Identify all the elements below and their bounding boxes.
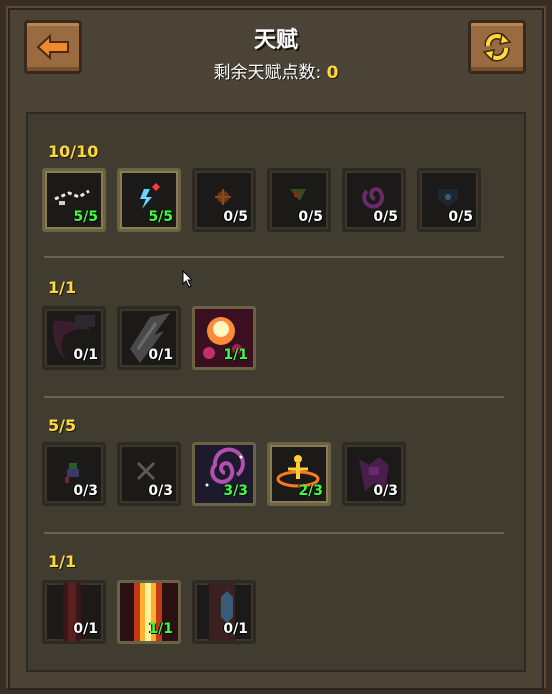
group-3-progress: 5/5 [48,416,77,435]
group-2-row: 0/1 0/1 1/1 [42,306,256,370]
talent-slash[interactable]: 0/1 [117,306,181,370]
group-divider [44,396,504,398]
talent-level: 1/1 [223,347,248,363]
group-3-row: 0/3 0/3 3/3 2/3 0/3 [42,442,406,506]
talent-crystal-beam[interactable]: 0/1 [192,580,256,644]
talent-level: 0/3 [373,483,398,499]
talent-level: 0/3 [73,483,98,499]
talent-vortex[interactable]: 3/3 [192,442,256,506]
group-divider [44,256,504,258]
talent-level: 1/1 [148,621,173,637]
talent-level: 3/3 [223,483,248,499]
talent-spiral[interactable]: 0/5 [342,168,406,232]
talent-lightning[interactable]: 5/5 [117,168,181,232]
talent-figure[interactable]: 0/3 [42,442,106,506]
talent-leaf[interactable]: 0/5 [267,168,331,232]
talent-level: 5/5 [148,209,173,225]
talent-level: 0/1 [73,621,98,637]
talent-explosion[interactable]: 1/1 [192,306,256,370]
talent-dash[interactable]: 5/5 [42,168,106,232]
talent-level: 0/1 [148,347,173,363]
talent-dark-claw[interactable]: 0/1 [42,306,106,370]
talent-golden-beam[interactable]: 1/1 [117,580,181,644]
talent-crossed-blades[interactable]: 0/3 [117,442,181,506]
refresh-icon [482,32,512,62]
talent-level: 0/1 [73,347,98,363]
talent-level: 5/5 [73,209,98,225]
talent-level: 0/5 [373,209,398,225]
talent-red-beam[interactable]: 0/1 [42,580,106,644]
refresh-button[interactable] [468,20,526,74]
talent-orbit-figure[interactable]: 2/3 [267,442,331,506]
group-divider [44,532,504,534]
group-1-row: 5/5 5/5 0/5 0/5 0/5 0/5 [42,168,481,232]
mouse-cursor-icon [182,270,194,288]
group-1-progress: 10/10 [48,142,99,161]
remaining-value: 0 [326,63,339,83]
talent-level: 0/3 [148,483,173,499]
talent-shield[interactable]: 0/5 [417,168,481,232]
group-2-progress: 1/1 [48,278,77,297]
remaining-label: 剩余天赋点数: [213,63,327,83]
group-4-progress: 1/1 [48,552,77,571]
talent-level: 0/1 [223,621,248,637]
talent-level: 0/5 [223,209,248,225]
talent-level: 0/5 [298,209,323,225]
talent-level: 0/5 [448,209,473,225]
group-4-row: 0/1 1/1 0/1 [42,580,256,644]
talent-level: 2/3 [298,483,323,499]
talent-flame[interactable]: 0/5 [192,168,256,232]
talent-shadow[interactable]: 0/3 [342,442,406,506]
